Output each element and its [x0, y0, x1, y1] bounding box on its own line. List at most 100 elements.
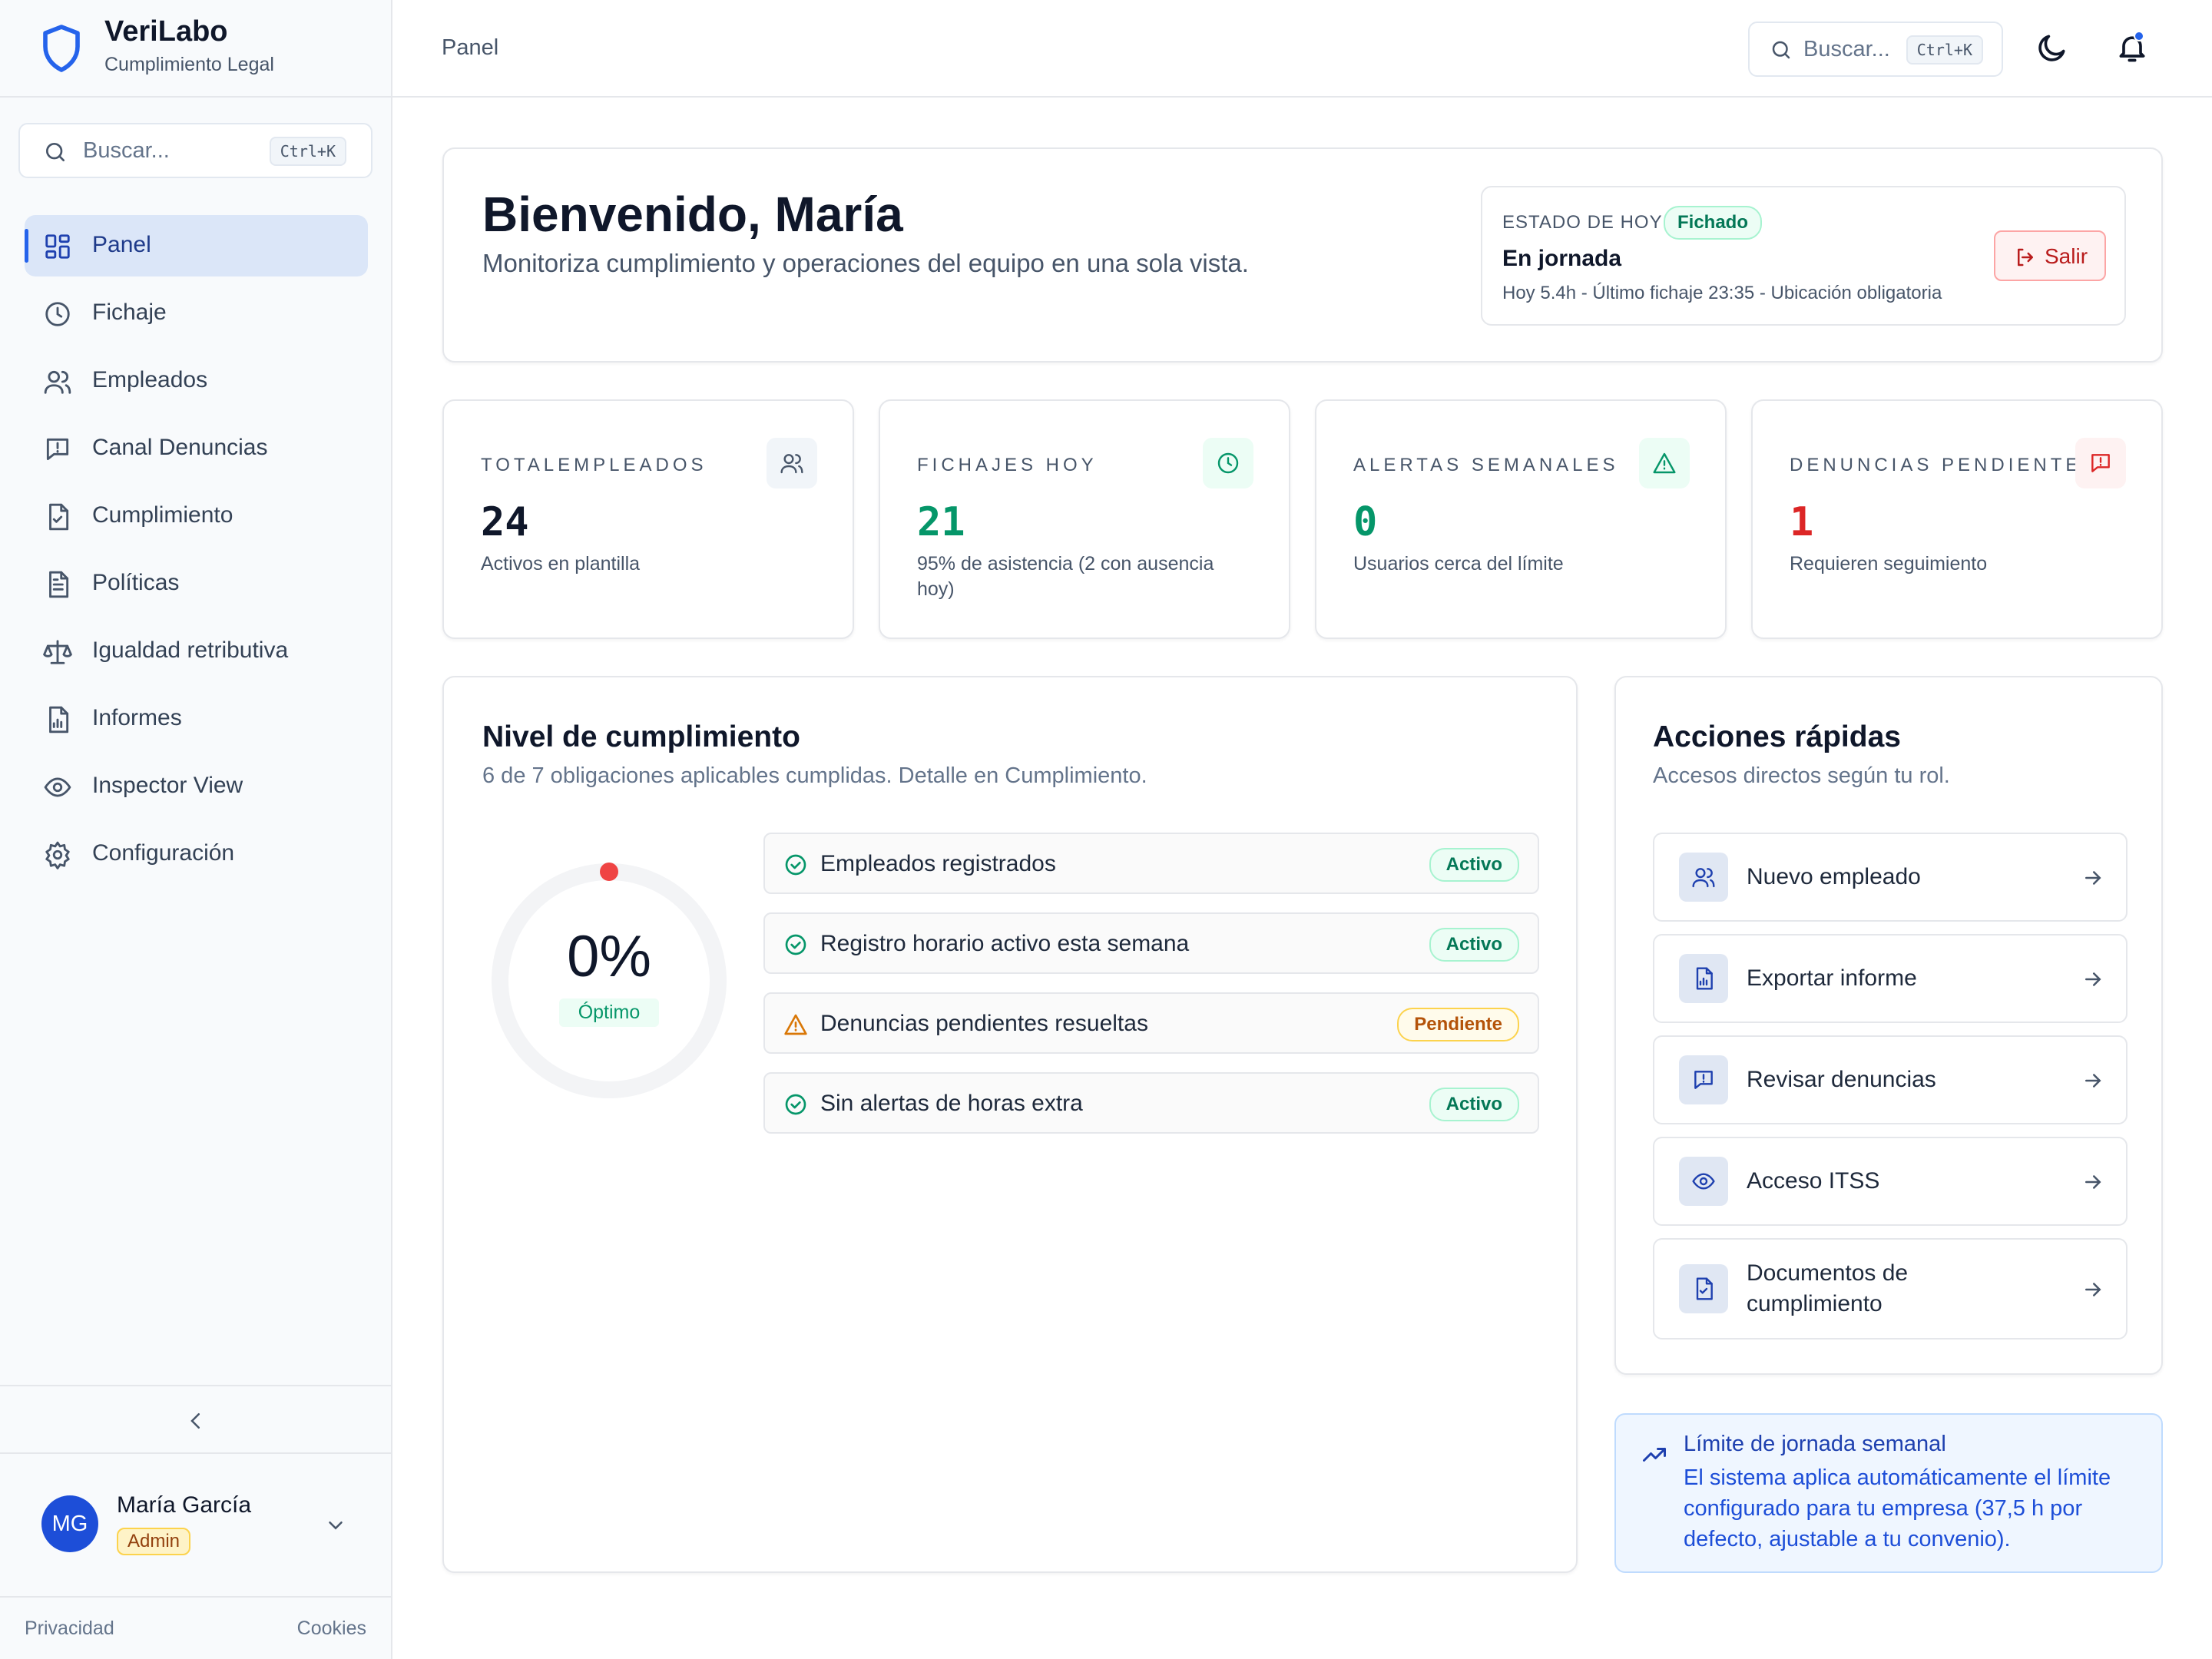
logout-icon: [2018, 248, 2033, 267]
sidebar-item-fichaje[interactable]: Fichaje: [25, 283, 368, 344]
users-icon: [44, 370, 71, 394]
stat-description: Requieren seguimiento: [1790, 553, 1988, 575]
sidebar-item-informes[interactable]: Informes: [25, 688, 368, 750]
sidebar-item-panel[interactable]: Panel: [25, 215, 368, 276]
sidebar-item-label: Cumplimiento: [92, 502, 233, 528]
stat-card-alertas-semanales: ALERTAS SEMANALES 0 Usuarios cerca del l…: [1315, 399, 1727, 639]
collapse-sidebar-button[interactable]: [0, 1385, 391, 1454]
app: VeriLabo Cumplimiento Legal Buscar... Ct…: [0, 0, 2212, 1659]
quick-action-icon-box: [1679, 853, 1728, 902]
stat-label: FICHAJES HOY: [917, 455, 1098, 475]
sidebar-nav: Panel Fichaje Empleados Canal Denuncias …: [25, 215, 368, 891]
status-badge: Activo: [1429, 1088, 1519, 1121]
chevron-down-icon: [329, 1522, 343, 1530]
arrow-right-icon: [2085, 972, 2101, 986]
chevron-left-icon: [190, 1413, 200, 1429]
status-label: ESTADO DE HOY: [1502, 212, 1663, 233]
header-search[interactable]: Buscar... Ctrl+K: [1748, 22, 2003, 77]
stat-icon-box: [2075, 438, 2126, 488]
sidebar-item-label: Panel: [92, 232, 151, 257]
status-badge: Pendiente: [1397, 1008, 1519, 1041]
role-badge: Admin: [117, 1528, 191, 1555]
sidebar-item-canal-denuncias[interactable]: Canal Denuncias: [25, 418, 368, 479]
quick-action-exportar-informe[interactable]: Exportar informe: [1653, 934, 2128, 1023]
check-circle-icon: [785, 934, 806, 955]
search-icon: [46, 143, 65, 161]
stat-icon-box: [1639, 438, 1690, 488]
sidebar-item-label: Políticas: [92, 570, 180, 595]
quick-action-icon-box: [1679, 954, 1728, 1003]
quick-action-acceso-itss[interactable]: Acceso ITSS: [1653, 1137, 2128, 1226]
sidebar-item-empleados[interactable]: Empleados: [25, 350, 368, 412]
clock-out-label: Salir: [2045, 244, 2088, 268]
user-menu[interactable]: MG María García Admin: [0, 1455, 391, 1596]
shield-logo-icon: [43, 25, 80, 72]
warning-icon: [1653, 452, 1676, 474]
status-badge: Activo: [1429, 848, 1519, 882]
notification-dot: [2134, 31, 2144, 41]
quick-action-label: Exportar informe: [1747, 965, 1917, 991]
sidebar-item-politicas[interactable]: Políticas: [25, 553, 368, 614]
sidebar-item-inspector-view[interactable]: Inspector View: [25, 756, 368, 817]
report-icon: [1696, 967, 1713, 990]
stat-label: DENUNCIAS PENDIENTES: [1790, 455, 2098, 475]
status-detail: Hoy 5.4h - Último fichaje 23:35 - Ubicac…: [1502, 283, 1942, 303]
page-title: Bienvenido, María: [482, 187, 903, 242]
stat-icon-box: [767, 438, 817, 488]
gauge-label: Óptimo: [559, 998, 659, 1027]
clock-icon: [1217, 452, 1239, 474]
quick-actions-title: Acciones rápidas: [1653, 720, 1901, 753]
message-alert-icon: [46, 438, 69, 461]
obligation-label: Registro horario activo esta semana: [820, 931, 1190, 956]
check-circle-icon: [785, 1094, 806, 1115]
stat-card-total-empleados: TOTALEMPLEADOS 24 Activos en plantilla: [442, 399, 854, 639]
avatar: MG: [41, 1495, 98, 1552]
trending-up-icon: [1643, 1448, 1666, 1462]
stat-description: 95% de asistencia (2 con ausencia hoy): [917, 553, 1214, 600]
sidebar-item-label: Inspector View: [92, 773, 243, 798]
stat-value: 21: [917, 499, 965, 545]
stat-card-fichajes-hoy: FICHAJES HOY 21 95% de asistencia (2 con…: [879, 399, 1290, 639]
cookies-link[interactable]: Cookies: [297, 1618, 366, 1640]
quick-action-label: Revisar denuncias: [1747, 1067, 1936, 1092]
sidebar-search[interactable]: Buscar... Ctrl+K: [18, 123, 373, 178]
eye-icon: [44, 777, 71, 797]
stat-value: 1: [1790, 499, 1814, 545]
notice-title: Límite de jornada semanal: [1684, 1432, 1946, 1456]
sidebar-item-configuracion[interactable]: Configuración: [25, 823, 368, 885]
sidebar-item-cumplimiento[interactable]: Cumplimiento: [25, 485, 368, 547]
users-icon: [1692, 868, 1715, 888]
users-icon: [780, 454, 803, 474]
obligation-label: Sin alertas de horas extra: [820, 1091, 1083, 1116]
quick-action-nuevo-empleado[interactable]: Nuevo empleado: [1653, 833, 2128, 922]
brand-name: VeriLabo: [104, 15, 228, 48]
stat-label: TOTALEMPLEADOS: [481, 455, 707, 475]
page-subtitle: Monitoriza cumplimiento y operaciones de…: [482, 249, 1249, 277]
dashboard-icon: [45, 234, 70, 259]
obligation-label: Denuncias pendientes resueltas: [820, 1011, 1148, 1036]
quick-action-label: Nuevo empleado: [1747, 864, 1921, 889]
status-badge: Activo: [1429, 928, 1519, 962]
moon-icon[interactable]: [2035, 31, 2069, 65]
quick-action-revisar-denuncias[interactable]: Revisar denuncias: [1653, 1035, 2128, 1124]
quick-action-label: Acceso ITSS: [1747, 1168, 1880, 1194]
compliance-title: Nivel de cumplimiento: [482, 720, 800, 753]
stat-value: 0: [1353, 499, 1378, 545]
topbar: Panel Buscar... Ctrl+K: [392, 0, 2212, 98]
quick-action-documentos-cumplimiento[interactable]: Documentos de cumplimiento: [1653, 1238, 2128, 1339]
sidebar: VeriLabo Cumplimiento Legal Buscar... Ct…: [0, 0, 392, 1659]
document-icon: [49, 571, 69, 598]
sidebar-item-label: Canal Denuncias: [92, 435, 268, 460]
sidebar-item-igualdad-retributiva[interactable]: Igualdad retributiva: [25, 621, 368, 682]
obligation-item: Registro horario activo esta semana Acti…: [763, 912, 1539, 974]
brand-subtitle: Cumplimiento Legal: [104, 54, 274, 75]
obligation-item: Sin alertas de horas extra Activo: [763, 1072, 1539, 1134]
clock-out-button[interactable]: Salir: [1994, 230, 2106, 281]
privacy-link[interactable]: Privacidad: [25, 1618, 114, 1640]
stat-description: Usuarios cerca del límite: [1353, 553, 1564, 575]
arrow-right-icon: [2085, 1283, 2101, 1296]
search-shortcut: Ctrl+K: [269, 137, 346, 166]
compliance-subtitle: 6 de 7 obligaciones aplicables cumplidas…: [482, 763, 1147, 788]
search-shortcut: Ctrl+K: [1906, 35, 1983, 65]
message-alert-icon: [2091, 454, 2110, 472]
